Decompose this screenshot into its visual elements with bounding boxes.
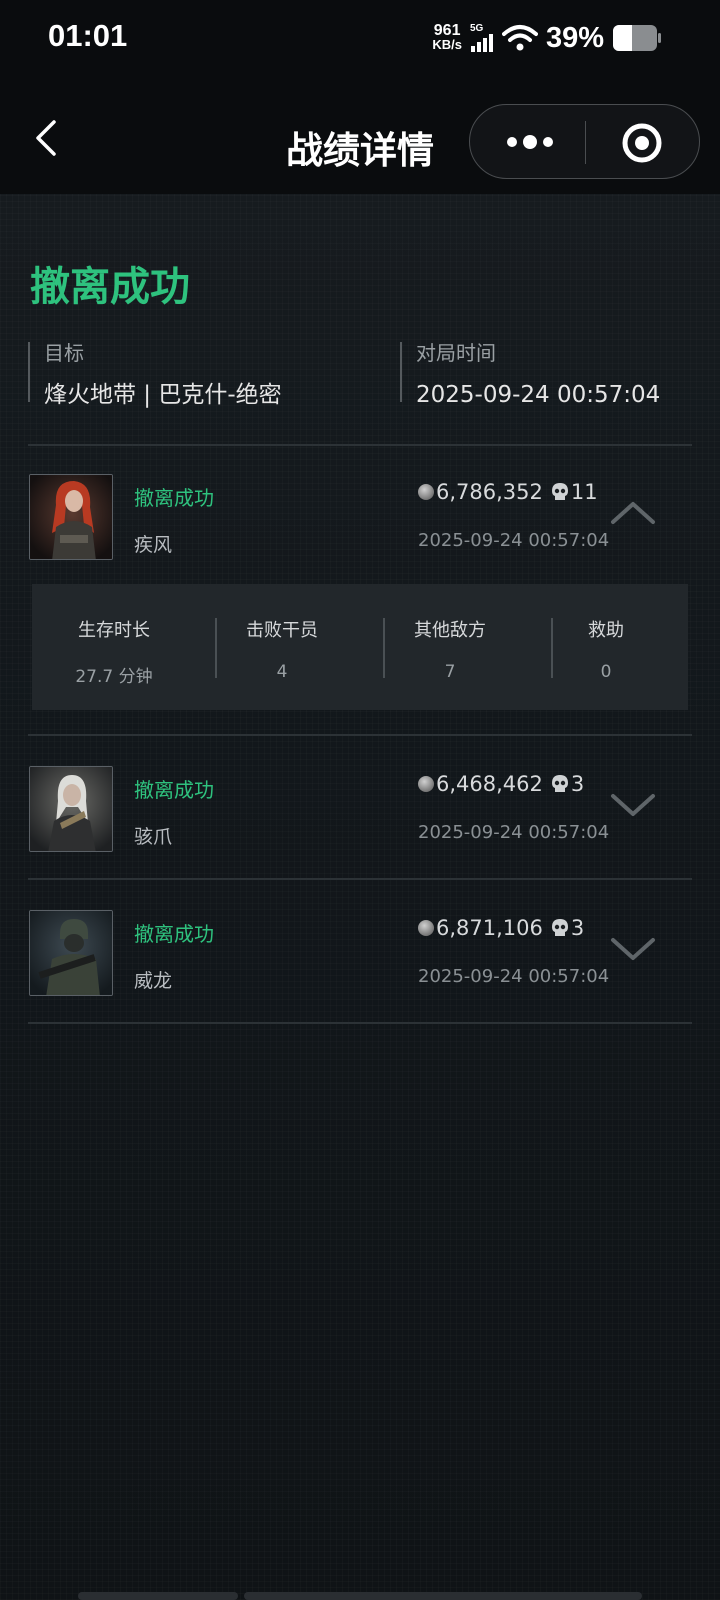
net-speed: 961 KB/s	[432, 22, 462, 52]
divider	[28, 444, 692, 446]
match-time-value: 2025-09-24 00:57:04	[416, 382, 661, 408]
operator-portrait-icon	[30, 475, 112, 559]
nav-bar: 战绩详情	[0, 76, 720, 194]
player-row[interactable]: 撤离成功 骇爪 6,468,462 3 2025-09-24 00:57:04	[28, 766, 692, 876]
more-icon[interactable]	[500, 123, 560, 161]
player-status: 撤离成功	[134, 486, 214, 510]
money-value: 6,786,352	[436, 480, 543, 504]
stat-value: 4	[276, 662, 288, 682]
divider	[28, 1022, 692, 1024]
coin-icon	[418, 484, 434, 500]
skull-icon	[551, 775, 568, 792]
stat-other-enemies: 其他敌方 7	[368, 616, 532, 682]
skull-icon	[551, 483, 568, 500]
stat-rescues: 救助 0	[524, 616, 688, 682]
chevron-down-icon[interactable]	[610, 790, 656, 820]
stat-value: 0	[600, 662, 612, 682]
player-row[interactable]: 撤离成功 威龙 6,871,106 3 2025-09-24 00:57:04	[28, 910, 692, 1020]
close-miniprogram-icon[interactable]	[620, 121, 664, 165]
operator-name: 疾风	[134, 534, 173, 556]
capsule-divider	[585, 121, 586, 164]
stats-panel: 生存时长 27.7 分钟 击败干员 4 其他敌方 7 救助 0	[32, 584, 688, 710]
stat-label: 生存时长	[78, 620, 150, 641]
stat-survival-time: 生存时长 27.7 分钟	[32, 616, 196, 687]
home-indicator	[78, 1592, 238, 1600]
target-info: 目标 烽火地带 | 巴克什-绝密	[28, 341, 282, 408]
operator-avatar	[29, 474, 113, 560]
player-time: 2025-09-24 00:57:04	[418, 530, 610, 551]
net-speed-value: 961	[433, 22, 461, 39]
divider	[28, 734, 692, 736]
stat-label: 其他敌方	[414, 620, 486, 641]
target-label: 目标	[44, 341, 84, 365]
player-money: 6,871,106 3	[418, 916, 584, 940]
stat-value: 27.7 分钟	[75, 667, 153, 687]
skull-icon	[551, 919, 568, 936]
kill-count: 3	[570, 916, 585, 940]
kill-count: 3	[570, 772, 585, 796]
coin-icon	[418, 776, 434, 792]
operator-portrait-icon	[30, 767, 112, 851]
operator-avatar	[29, 766, 113, 852]
home-indicator	[244, 1592, 642, 1600]
player-row[interactable]: 撤离成功 疾风 6,786,352 11 2025-09-24 00:57:04	[28, 474, 692, 584]
player-time: 2025-09-24 00:57:04	[418, 966, 610, 987]
money-value: 6,871,106	[436, 916, 543, 940]
operator-portrait-icon	[30, 911, 112, 995]
miniprogram-capsule	[469, 104, 700, 179]
chevron-down-icon[interactable]	[610, 934, 656, 964]
stat-label: 救助	[588, 620, 624, 641]
status-time: 01:01	[48, 18, 128, 53]
match-time-label: 对局时间	[416, 341, 496, 365]
match-result-title: 撤离成功	[30, 264, 190, 310]
divider	[28, 878, 692, 880]
signal-icon: 5G	[470, 24, 494, 52]
net-speed-unit: KB/s	[432, 37, 462, 52]
operator-avatar	[29, 910, 113, 996]
network-type: 5G	[469, 23, 484, 34]
status-bar: 01:01 961 KB/s 5G 39%	[0, 0, 720, 76]
stat-value: 7	[444, 662, 456, 682]
player-money: 6,786,352 11	[418, 480, 598, 504]
operator-name: 骇爪	[134, 826, 173, 848]
player-time: 2025-09-24 00:57:04	[418, 822, 610, 843]
player-status: 撤离成功	[134, 778, 214, 802]
battery-icon	[613, 25, 661, 51]
target-value: 烽火地带 | 巴克什-绝密	[44, 382, 282, 408]
player-status: 撤离成功	[134, 922, 214, 946]
match-time-info: 对局时间 2025-09-24 00:57:04	[400, 341, 660, 408]
coin-icon	[418, 920, 434, 936]
match-detail-content: 撤离成功 目标 烽火地带 | 巴克什-绝密 对局时间 2025-09-24 00…	[0, 194, 720, 1600]
wifi-icon	[501, 25, 538, 51]
money-value: 6,468,462	[436, 772, 543, 796]
battery-percent: 39%	[545, 21, 604, 54]
chevron-up-icon[interactable]	[610, 498, 656, 528]
kill-count: 11	[570, 480, 598, 504]
status-icons: 961 KB/s 5G 39%	[432, 20, 662, 56]
stat-label: 击败干员	[246, 620, 318, 641]
operator-name: 威龙	[134, 970, 173, 992]
stat-operators-defeated: 击败干员 4	[200, 616, 364, 682]
signal-bars-icon	[470, 34, 493, 52]
player-money: 6,468,462 3	[418, 772, 584, 796]
